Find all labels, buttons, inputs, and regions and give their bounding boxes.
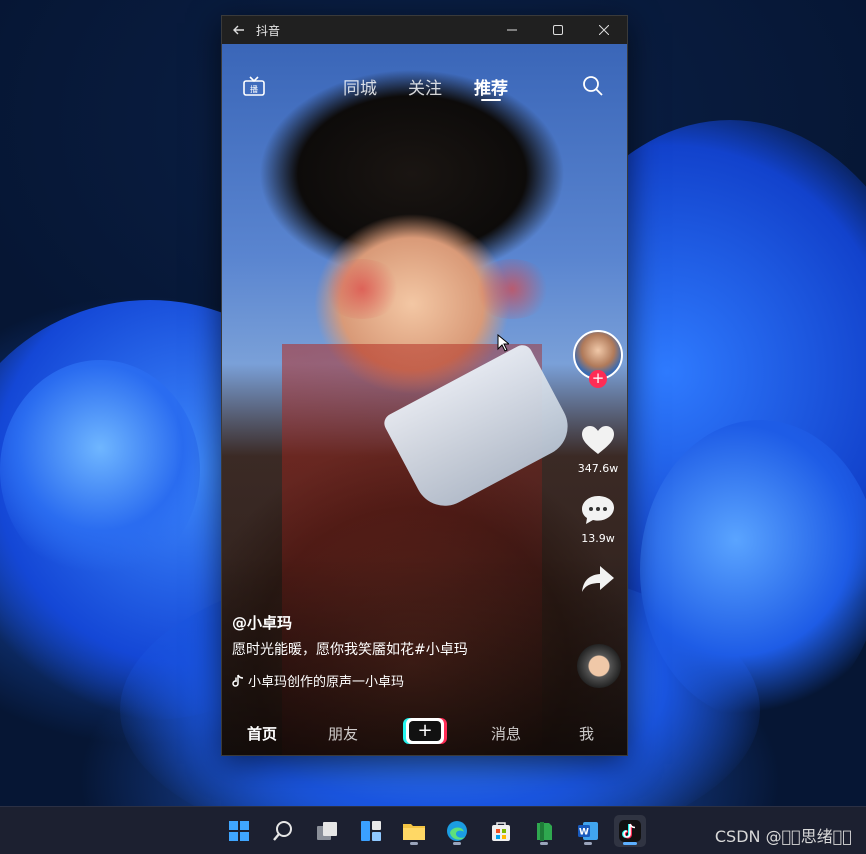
- window-title: 抖音: [256, 23, 281, 38]
- green-app-icon[interactable]: [528, 815, 560, 847]
- edge-icon[interactable]: [441, 815, 473, 847]
- douyin-note-icon: [232, 674, 244, 687]
- running-indicator: [584, 842, 592, 845]
- arrow-left-icon[interactable]: [222, 16, 256, 44]
- share-arrow-icon: [582, 566, 614, 592]
- author-name[interactable]: @小卓玛: [232, 612, 292, 633]
- douyin-icon[interactable]: [614, 815, 646, 847]
- live-icon[interactable]: 播: [242, 74, 266, 98]
- file-explorer-icon[interactable]: [398, 815, 430, 847]
- top-nav: 播 同城 关注 推荐: [222, 44, 627, 104]
- heart-icon: [582, 426, 614, 454]
- comment-icon: [582, 496, 614, 524]
- wallpaper-petal: [640, 420, 866, 720]
- like-count: 347.6w: [577, 462, 619, 475]
- task-view-icon[interactable]: [311, 815, 343, 847]
- bottom-nav: 首页 朋友 + 消息 我: [222, 711, 627, 755]
- minimize-icon[interactable]: [489, 16, 535, 44]
- taskbar: W CSDN @  思绪  : [0, 806, 866, 854]
- plus-icon: +: [409, 721, 441, 741]
- video-scene: [322, 259, 402, 319]
- tab-recommend[interactable]: 推荐: [474, 74, 508, 99]
- running-indicator: [453, 842, 461, 845]
- running-indicator: [410, 842, 418, 845]
- search-icon[interactable]: [581, 74, 605, 98]
- create-button[interactable]: +: [406, 718, 444, 744]
- nav-friends[interactable]: 朋友: [328, 723, 358, 744]
- running-indicator: [540, 842, 548, 845]
- music-title: 小卓玛创作的原声一小卓玛: [248, 675, 405, 690]
- widgets-icon[interactable]: [355, 815, 387, 847]
- music-disc[interactable]: [577, 644, 621, 688]
- active-tab-indicator: [481, 99, 501, 101]
- follow-button[interactable]: +: [589, 370, 607, 388]
- share-button[interactable]: [573, 564, 623, 598]
- svg-text:W: W: [579, 828, 589, 838]
- nav-home[interactable]: 首页: [247, 723, 277, 744]
- music-info[interactable]: 小卓玛创作的原声一小卓玛: [232, 671, 404, 690]
- running-indicator: [623, 842, 637, 845]
- like-button[interactable]: 347.6w: [573, 424, 623, 475]
- video-scene: [472, 259, 552, 319]
- mouse-cursor-icon: [497, 334, 509, 352]
- csdn-watermark: CSDN @  思绪  : [714, 827, 852, 846]
- maximize-icon[interactable]: [535, 16, 581, 44]
- video-description: 愿时光能暖，愿你我笑靥如花#小卓玛: [232, 642, 468, 658]
- tab-nearby[interactable]: 同城: [343, 74, 377, 99]
- svg-text:播: 播: [250, 84, 258, 94]
- author-avatar[interactable]: +: [573, 330, 623, 388]
- douyin-window: 抖音 播 同城 关注 推荐 + 347.6w 13.9w @小卓玛 愿时光能暖，…: [221, 15, 628, 756]
- window-titlebar: 抖音: [222, 16, 627, 44]
- windows-start-icon[interactable]: [223, 815, 255, 847]
- store-icon[interactable]: [485, 815, 517, 847]
- close-icon[interactable]: [581, 16, 627, 44]
- comment-button[interactable]: 13.9w: [573, 494, 623, 545]
- word-icon[interactable]: W: [572, 815, 604, 847]
- nav-messages[interactable]: 消息: [491, 723, 521, 744]
- tab-following[interactable]: 关注: [408, 74, 442, 99]
- nav-me[interactable]: 我: [579, 723, 594, 744]
- search-icon[interactable]: [267, 815, 299, 847]
- wallpaper-petal: [0, 360, 200, 580]
- comment-count: 13.9w: [581, 532, 615, 545]
